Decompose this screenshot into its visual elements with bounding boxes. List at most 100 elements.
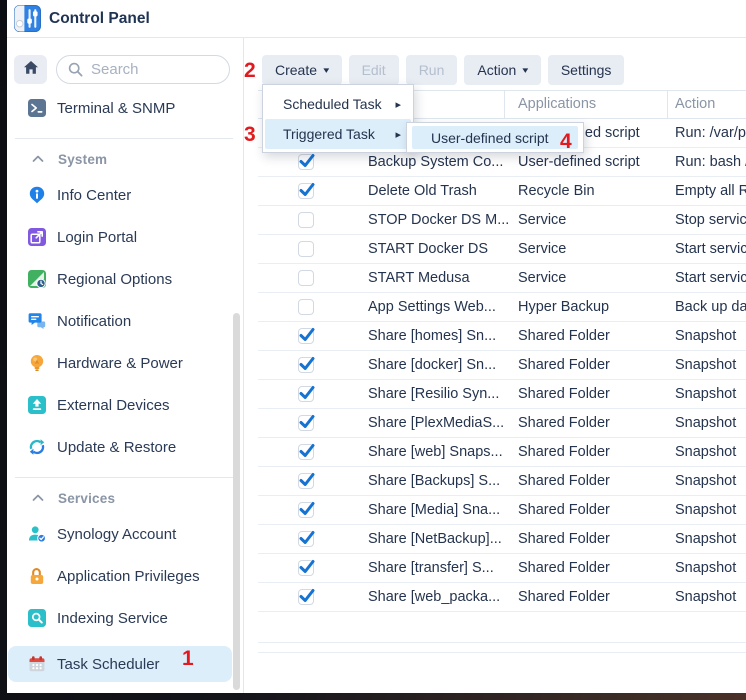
control-panel-window: Control Panel Terminal & SNMPSystemInfo … [7,0,746,693]
table-row[interactable]: START Docker DSServiceStart servic [258,235,746,264]
action-cell: Stop servic [675,206,746,234]
row-checkbox-unchecked[interactable] [298,241,314,257]
table-row[interactable]: Share [Backups] S...Shared FolderSnapsho… [258,467,746,496]
applications-cell: Service [518,264,675,292]
row-checkbox-unchecked[interactable] [298,299,314,315]
sidebar-item-update-restore[interactable]: Update & Restore [8,429,232,465]
edit-button[interactable]: Edit [349,55,399,85]
applications-cell: Shared Folder [518,467,675,495]
row-checkbox-checked[interactable] [298,560,314,576]
row-checkbox-checked[interactable] [298,154,314,170]
row-checkbox-checked[interactable] [298,444,314,460]
search-input[interactable] [91,61,211,78]
row-checkbox-checked[interactable] [298,357,314,373]
action-cell: Start servic [675,235,746,263]
control-panel-icon [14,5,41,32]
sidebar-section-services[interactable]: Services [7,486,243,510]
action-cell: Start servic [675,264,746,292]
sidebar: Terminal & SNMP System Info Center Login Po… [7,38,244,693]
menu-item-label: Scheduled Task [283,96,382,112]
sidebar-item-label: Regional Options [57,271,172,288]
menu-item-scheduled-task[interactable]: Scheduled Task ▸ [265,89,411,119]
applications-cell: Service [518,235,675,263]
column-header-applications[interactable]: Applications [518,91,596,118]
create-button[interactable]: Create▾ [262,55,342,85]
table-row[interactable]: Share [Resilio Syn...Shared FolderSnapsh… [258,380,746,409]
menu-item-user-defined-script[interactable]: User-defined script [412,126,578,149]
row-checkbox-unchecked[interactable] [298,270,314,286]
sidebar-item-label: Notification [57,313,131,330]
triggered-task-submenu: User-defined script [406,122,584,153]
table-row[interactable]: Share [homes] Sn...Shared FolderSnapshot [258,322,746,351]
action-cell: Snapshot [675,496,746,524]
sidebar-scrollbar[interactable] [233,313,240,690]
table-row[interactable]: START MedusaServiceStart servic [258,264,746,293]
hardware-power-icon [28,354,46,372]
row-checkbox-checked[interactable] [298,502,314,518]
task-name-cell: START Docker DS [368,235,518,263]
sidebar-item-label: Synology Account [57,526,176,543]
sidebar-item-hardware-power[interactable]: Hardware & Power [8,345,232,381]
sidebar-item-task-scheduler[interactable]: Task Scheduler [8,646,232,682]
task-name-cell: Share [docker] Sn... [368,351,518,379]
row-checkbox-checked[interactable] [298,589,314,605]
sidebar-item-login-portal[interactable]: Login Portal [8,219,232,255]
applications-cell: Shared Folder [518,554,675,582]
table-row[interactable]: Share [web] Snaps...Shared FolderSnapsho… [258,438,746,467]
sidebar-item-external-devices[interactable]: External Devices [8,387,232,423]
run-button[interactable]: Run [406,55,458,85]
task-name-cell: Share [web] Snaps... [368,438,518,466]
table-row[interactable]: Delete Old TrashRecycle BinEmpty all R [258,177,746,206]
terminal-icon [28,99,46,117]
sidebar-item-synology-account[interactable]: Synology Account [8,516,232,552]
row-checkbox-checked[interactable] [298,183,314,199]
empty-row-divider [258,652,746,653]
table-row[interactable]: Share [web_packa...Shared FolderSnapshot [258,583,746,612]
action-cell: Snapshot [675,554,746,582]
table-row[interactable]: Share [transfer] S...Shared FolderSnapsh… [258,554,746,583]
task-name-cell: STOP Docker DS M... [368,206,518,234]
search-box[interactable] [56,55,230,84]
row-checkbox-checked[interactable] [298,386,314,402]
task-table: User-defined scriptRun: /var/pBackup Sys… [258,119,746,612]
button-label: Action [477,62,516,78]
sidebar-item-label: Hardware & Power [57,355,183,372]
sidebar-item-notification[interactable]: Notification [8,303,232,339]
row-checkbox-checked[interactable] [298,531,314,547]
caret-down-icon: ▾ [523,65,529,76]
sidebar-item-label: Update & Restore [57,439,176,456]
login-portal-icon [28,228,46,246]
action-cell: Empty all R [675,177,746,205]
submenu-arrow-icon: ▸ [395,98,401,111]
row-checkbox-checked[interactable] [298,415,314,431]
row-checkbox-unchecked[interactable] [298,212,314,228]
sidebar-item-label: Terminal & SNMP [57,100,175,117]
sidebar-item-label: Task Scheduler [57,656,160,673]
home-button[interactable] [14,55,47,84]
sidebar-item-indexing-service[interactable]: Indexing Service [8,600,232,636]
table-row[interactable]: Share [PlexMediaS...Shared FolderSnapsho… [258,409,746,438]
column-header-action[interactable]: Action [675,91,715,118]
table-row[interactable]: App Settings Web...Hyper BackupBack up d… [258,293,746,322]
table-row[interactable]: Share [Media] Sna...Shared FolderSnapsho… [258,496,746,525]
sidebar-item-regional-options[interactable]: Regional Options [8,261,232,297]
applications-cell: Shared Folder [518,525,675,553]
task-name-cell: Share [transfer] S... [368,554,518,582]
sidebar-item-info-center[interactable]: Info Center [8,177,232,213]
menu-item-triggered-task[interactable]: Triggered Task ▸ [265,119,411,149]
task-scheduler-icon [28,655,46,673]
sidebar-divider [15,138,233,139]
row-checkbox-checked[interactable] [298,473,314,489]
action-button[interactable]: Action ▾ [464,55,540,85]
table-row[interactable]: Share [NetBackup]...Shared FolderSnapsho… [258,525,746,554]
settings-button[interactable]: Settings [548,55,625,85]
applications-cell: Shared Folder [518,583,675,611]
sidebar-section-system[interactable]: System [7,147,243,171]
sidebar-item-application-privileges[interactable]: Application Privileges [8,558,232,594]
sidebar-item-terminal-snmp[interactable]: Terminal & SNMP [8,90,232,126]
table-row[interactable]: STOP Docker DS M...ServiceStop servic [258,206,746,235]
row-checkbox-checked[interactable] [298,328,314,344]
button-label: Run [419,62,445,78]
menu-item-label: Triggered Task [283,126,375,142]
table-row[interactable]: Share [docker] Sn...Shared FolderSnapsho… [258,351,746,380]
